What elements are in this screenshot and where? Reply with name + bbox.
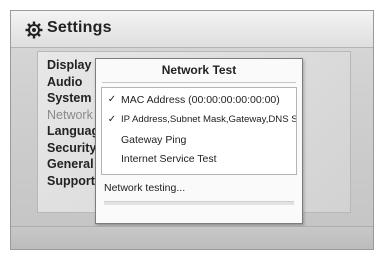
- footer-bar: [11, 226, 373, 249]
- check-icon: ✓: [107, 114, 117, 125]
- gear-icon: [25, 21, 43, 39]
- dialog-title: Network Test: [161, 63, 237, 77]
- progress-bar: [104, 201, 294, 205]
- option-label: Internet Service Test: [121, 153, 217, 165]
- option-gateway-ping[interactable]: Gateway Ping: [102, 131, 296, 149]
- status-text: Network testing...: [104, 182, 186, 194]
- option-label: MAC Address (00:00:00:00:00:00): [121, 94, 280, 106]
- divider: [102, 82, 296, 83]
- option-ip-address[interactable]: ✓ IP Address,Subnet Mask,Gateway,DNS Ser…: [102, 111, 296, 129]
- network-test-dialog: Network Test ✓ MAC Address (00:00:00:00:…: [95, 58, 303, 224]
- tv-screen: Settings Display Audio System Network La…: [10, 10, 374, 250]
- option-mac-address[interactable]: ✓ MAC Address (00:00:00:00:00:00): [102, 91, 296, 109]
- test-options-list: ✓ MAC Address (00:00:00:00:00:00) ✓ IP A…: [101, 87, 297, 175]
- option-label: IP Address,Subnet Mask,Gateway,DNS Serve…: [121, 114, 296, 125]
- option-internet-service-test[interactable]: Internet Service Test: [102, 150, 296, 168]
- check-icon: ✓: [107, 94, 117, 105]
- option-label: Gateway Ping: [121, 134, 187, 146]
- page-title: Settings: [47, 19, 112, 36]
- header-bar: Settings: [11, 11, 373, 48]
